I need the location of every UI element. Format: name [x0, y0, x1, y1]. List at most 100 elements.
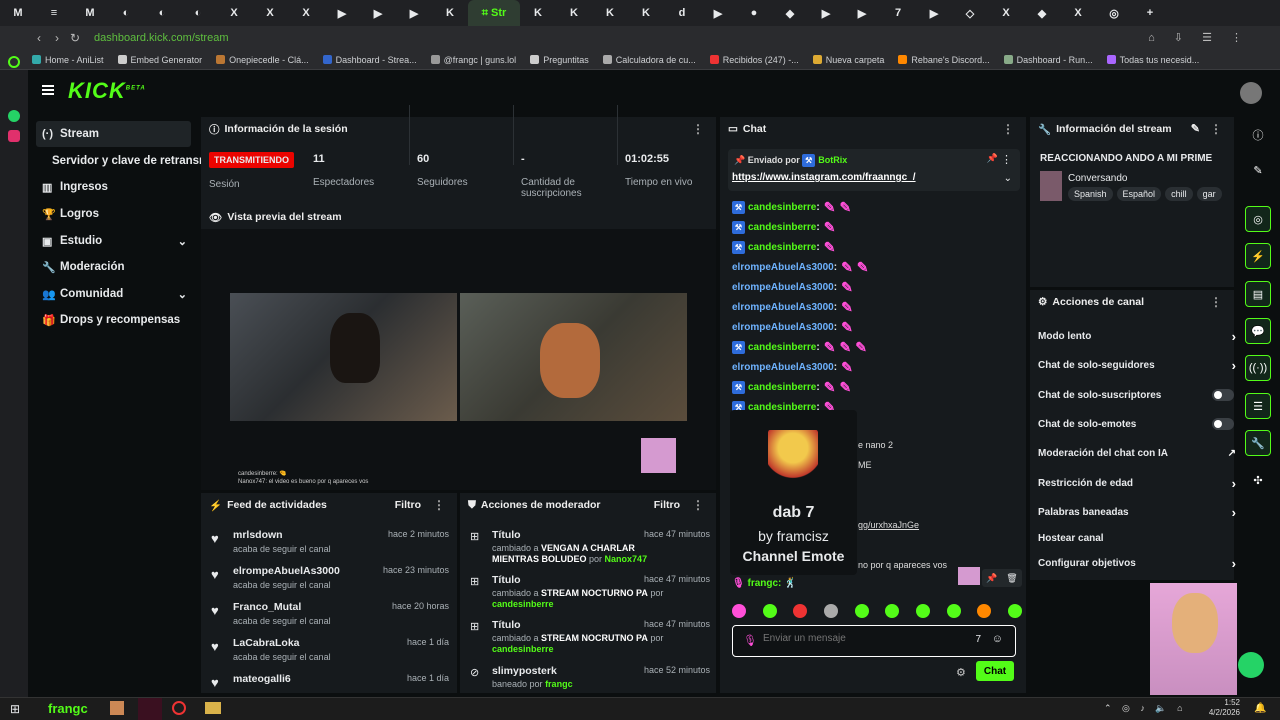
- quick-emote-icon[interactable]: [732, 604, 746, 618]
- hand-emote-icon[interactable]: ✎: [839, 339, 851, 356]
- bookmark-item[interactable]: Rebane's Discord...: [898, 54, 990, 65]
- stream-tag[interactable]: Español: [1116, 187, 1162, 201]
- chat-username[interactable]: candesinberre: [748, 242, 816, 253]
- quick-emote-icon[interactable]: [762, 604, 777, 618]
- list-tool-icon[interactable]: ☰: [1245, 393, 1271, 419]
- whatsapp-icon[interactable]: [8, 110, 20, 122]
- chevron-down-icon[interactable]: ⌄: [1004, 173, 1012, 184]
- chat-tool-icon[interactable]: 💬: [1245, 318, 1271, 344]
- sidebar-item-servidor[interactable]: Servidor y clave de retransm: [46, 148, 206, 174]
- sidebar-item-moderación[interactable]: 🔧 Moderación: [36, 254, 191, 280]
- bookmark-item[interactable]: Dashboard - Strea...: [322, 54, 417, 65]
- windows-start-icon[interactable]: ⊞: [10, 702, 20, 716]
- browser-tab[interactable]: K: [592, 0, 628, 26]
- channel-action-item[interactable]: Restricción de edad ›: [1038, 473, 1236, 493]
- mod-action-user[interactable]: frangc: [545, 679, 573, 689]
- wrench-tool-icon[interactable]: 🔧: [1245, 430, 1271, 456]
- feed-menu-icon[interactable]: ⋮: [433, 498, 445, 512]
- feed-item[interactable]: ♥ LaCabraLoka acaba de seguir el canal hace…: [209, 635, 449, 669]
- browser-tab[interactable]: M: [72, 0, 108, 26]
- chevron-right-icon[interactable]: ›: [1232, 329, 1236, 344]
- stream-tag[interactable]: Spanish: [1068, 187, 1113, 201]
- chevron-right-icon[interactable]: ›: [1232, 556, 1236, 571]
- tray-icons[interactable]: ⌃ ◎ ♪ 🔈 ⌂: [1104, 703, 1187, 714]
- session-menu-icon[interactable]: ⋮: [692, 122, 704, 136]
- sidebar-item-ingresos[interactable]: ▥ Ingresos: [36, 174, 191, 200]
- quick-emote-icon[interactable]: [793, 604, 808, 618]
- browser-tab[interactable]: ●: [736, 0, 772, 26]
- hand-emote-icon[interactable]: ✎: [841, 279, 853, 296]
- chat-settings-icon[interactable]: ⚙: [956, 666, 966, 679]
- browser-tab[interactable]: +: [1132, 0, 1168, 26]
- taskbar-app-icon-1[interactable]: [110, 701, 124, 715]
- mod-action-item[interactable]: ⊞ Título hace 47 minutos cambiado a STREAM …: [468, 619, 710, 659]
- browser-tab[interactable]: ◐: [144, 0, 180, 26]
- info-tool-icon[interactable]: ⓘ: [1245, 122, 1271, 148]
- hand-emote-icon[interactable]: ✎: [841, 259, 853, 276]
- browser-tab[interactable]: K: [628, 0, 664, 26]
- channel-action-item[interactable]: Hostear canal: [1038, 528, 1226, 548]
- chat-username[interactable]: elrompeAbuelAs3000: [732, 302, 834, 313]
- bookmark-item[interactable]: Calculadora de cu...: [602, 54, 696, 65]
- quick-emote-icon[interactable]: [854, 604, 869, 618]
- channel-action-item[interactable]: Chat de solo-suscriptores: [1038, 385, 1234, 405]
- browser-tab[interactable]: X: [252, 0, 288, 26]
- quick-emote-icon[interactable]: [885, 604, 900, 618]
- channel-action-item[interactable]: Configurar objetivos ›: [1038, 553, 1236, 573]
- bookmark-item[interactable]: Recibidos (247) -...: [709, 54, 799, 65]
- browser-tab[interactable]: X: [988, 0, 1024, 26]
- broadcast-tool-icon[interactable]: ((·)): [1245, 355, 1271, 381]
- stream-tag[interactable]: chill: [1165, 187, 1193, 201]
- mod-action-item[interactable]: ⊞ Título hace 47 minutos cambiado a VENGAN …: [468, 529, 710, 569]
- stream-category[interactable]: Conversando: [1068, 173, 1127, 184]
- send-chat-button[interactable]: Chat: [976, 661, 1014, 681]
- avatar[interactable]: [1240, 82, 1262, 104]
- hand-emote-icon[interactable]: ✎: [839, 379, 851, 396]
- browser-tab[interactable]: ▶: [700, 0, 736, 26]
- feed-filter-button[interactable]: Filtro: [395, 499, 421, 511]
- browser-tab[interactable]: M: [0, 0, 36, 26]
- chevron-down-icon[interactable]: ⌄: [178, 288, 187, 301]
- browser-tab[interactable]: ⌗ Str: [468, 0, 520, 26]
- pinned-link[interactable]: https://www.instagram.com/fraanngc_/: [732, 172, 916, 183]
- browser-tab[interactable]: ◆: [1024, 0, 1060, 26]
- mod-action-item[interactable]: ⊞ Título hace 47 minutos cambiado a STREAM …: [468, 574, 710, 614]
- feed-user[interactable]: LaCabraLoka: [233, 637, 300, 649]
- browser-tab[interactable]: ◐: [180, 0, 216, 26]
- browser-tab[interactable]: K: [432, 0, 468, 26]
- taskbar-app-icon-2[interactable]: [138, 698, 162, 720]
- browser-tab[interactable]: ◎: [1096, 0, 1132, 26]
- bookmark-item[interactable]: Todas tus necesid...: [1106, 54, 1199, 65]
- browser-tab[interactable]: ▶: [844, 0, 880, 26]
- channel-action-item[interactable]: Chat de solo-emotes: [1038, 414, 1234, 434]
- emoji-icon[interactable]: ☺: [992, 633, 1003, 645]
- chat-username[interactable]: candesinberre: [748, 342, 816, 353]
- camera-tool-icon[interactable]: ◎: [1245, 206, 1271, 232]
- back-icon[interactable]: ‹: [30, 31, 48, 45]
- hand-emote-icon[interactable]: ✎: [855, 339, 867, 356]
- browser-actions-icons[interactable]: ⌂ ⇩ ☰ ⋮: [1148, 31, 1250, 44]
- chat-input-box[interactable]: 🎙 7 ☺: [732, 625, 1016, 657]
- mod-filter-button[interactable]: Filtro: [654, 499, 680, 511]
- browser-tab[interactable]: ◇: [952, 0, 988, 26]
- taskbar-app-label[interactable]: frangc: [48, 701, 88, 716]
- edit-icon[interactable]: ✎: [1191, 122, 1200, 135]
- notification-icon[interactable]: 🔔: [1254, 703, 1266, 714]
- chevron-right-icon[interactable]: ›: [1232, 505, 1236, 520]
- url-field[interactable]: dashboard.kick.com/stream: [94, 29, 1074, 47]
- browser-tab[interactable]: ▶: [808, 0, 844, 26]
- actions-menu-icon[interactable]: ⋮: [1210, 295, 1222, 309]
- chat-username[interactable]: candesinberre: [748, 202, 816, 213]
- taskbar-folder-icon[interactable]: [205, 702, 221, 714]
- bolt-tool-icon[interactable]: ⚡: [1245, 243, 1271, 269]
- chat-username[interactable]: elrompeAbuelAs3000: [732, 262, 834, 273]
- browser-tab[interactable]: ◐: [108, 0, 144, 26]
- bookmark-item[interactable]: Preguntitas: [530, 54, 589, 65]
- bookmark-item[interactable]: Home - AniList: [32, 54, 104, 65]
- browser-tab[interactable]: ▶: [324, 0, 360, 26]
- delete-icon[interactable]: 🗑: [1006, 573, 1017, 584]
- hand-emote-icon[interactable]: ✎: [841, 319, 853, 336]
- browser-tab[interactable]: ≡: [36, 0, 72, 26]
- chevron-down-icon[interactable]: ⌄: [178, 235, 187, 248]
- bookmark-item[interactable]: Dashboard - Run...: [1003, 54, 1093, 65]
